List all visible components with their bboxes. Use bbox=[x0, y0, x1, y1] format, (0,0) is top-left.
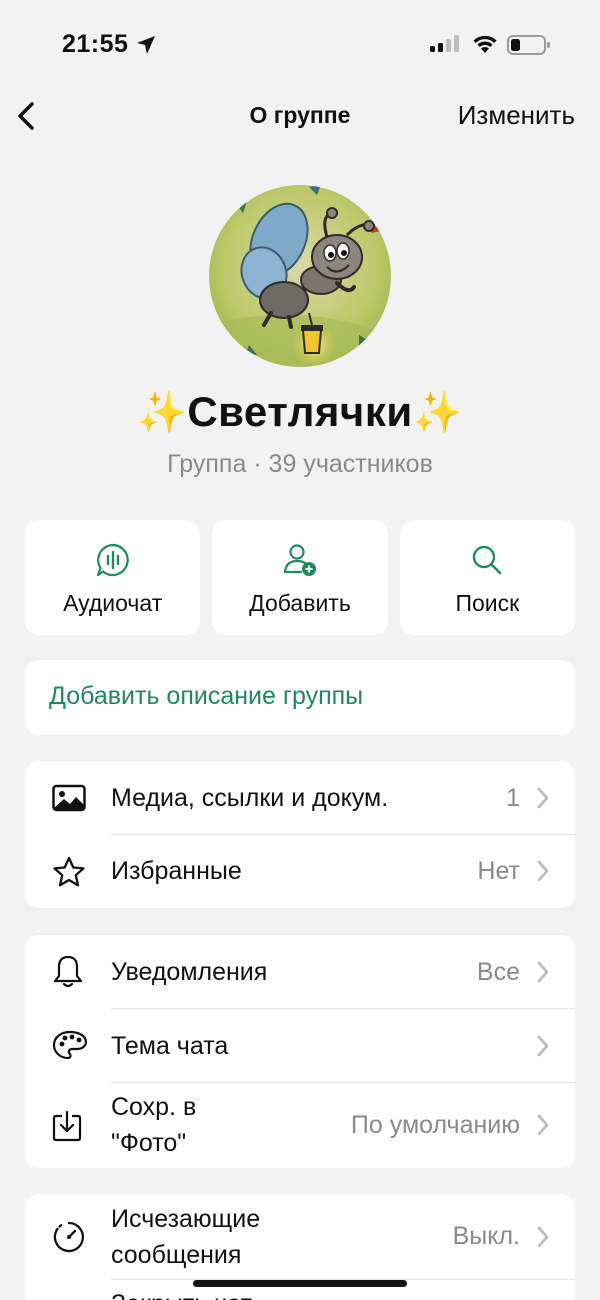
save-to-photos-line2: "Фото" bbox=[111, 1129, 187, 1157]
sparkle-icon: ✨ bbox=[137, 391, 188, 435]
palette-icon bbox=[52, 1030, 88, 1060]
save-to-photos-row[interactable]: Сохр. в "Фото" По умолчанию bbox=[25, 1083, 575, 1168]
media-count: 1 bbox=[506, 784, 520, 812]
media-section: Медиа, ссылки и докум. 1 Избранные Нет bbox=[25, 761, 575, 908]
chevron-right-icon bbox=[537, 1226, 549, 1248]
group-avatar[interactable] bbox=[209, 185, 391, 367]
search-label: Поиск bbox=[455, 590, 520, 616]
notifications-value: Все bbox=[476, 958, 520, 986]
group-name-text: Светлячки bbox=[187, 388, 413, 435]
battery-icon bbox=[507, 35, 550, 55]
description-card: Добавить описание группы bbox=[25, 660, 575, 735]
media-links-docs-label: Медиа, ссылки и докум. bbox=[111, 784, 389, 812]
notifications-row[interactable]: Уведомления Все bbox=[25, 935, 575, 1008]
disappearing-messages-line2: сообщения bbox=[111, 1241, 242, 1269]
lock-chat-label: Закрыть чат bbox=[111, 1286, 252, 1300]
home-indicator[interactable] bbox=[193, 1280, 407, 1287]
chat-theme-label: Тема чата bbox=[111, 1032, 229, 1060]
timer-icon bbox=[53, 1221, 85, 1253]
edit-button[interactable]: Изменить bbox=[458, 100, 575, 131]
media-links-docs-row[interactable]: Медиа, ссылки и докум. 1 bbox=[25, 761, 575, 834]
group-name: ✨Светлячки✨ bbox=[0, 388, 600, 436]
chevron-right-icon bbox=[537, 961, 549, 983]
disappearing-messages-label: Исчезающие сообщения bbox=[111, 1201, 260, 1273]
save-to-photos-line1: Сохр. в bbox=[111, 1093, 197, 1121]
status-bar: 21:55 bbox=[0, 0, 600, 90]
disappearing-messages-line1: Исчезающие bbox=[111, 1205, 261, 1233]
audio-chat-icon bbox=[96, 543, 129, 577]
chevron-right-icon bbox=[537, 787, 549, 809]
status-time: 21:55 bbox=[62, 30, 129, 58]
disappearing-messages-value: Выкл. bbox=[452, 1222, 520, 1250]
action-buttons: Аудиочат Добавить Поиск bbox=[25, 520, 575, 635]
save-to-photos-label: Сохр. в "Фото" bbox=[111, 1089, 196, 1161]
group-subtitle: Группа · 39 участников bbox=[167, 450, 433, 478]
sparkle-icon: ✨ bbox=[412, 391, 463, 435]
audio-chat-button[interactable]: Аудиочат bbox=[25, 520, 201, 635]
chevron-right-icon bbox=[537, 1035, 549, 1057]
firefly-illustration bbox=[209, 185, 391, 367]
search-icon bbox=[473, 545, 502, 575]
search-button[interactable]: Поиск bbox=[399, 520, 575, 635]
disappearing-messages-row[interactable]: Исчезающие сообщения Выкл. bbox=[25, 1194, 575, 1280]
settings-section: Уведомления Все Тема чата Сохр. в "Фото"… bbox=[25, 935, 575, 1168]
star-icon bbox=[53, 856, 85, 887]
add-description-link[interactable]: Добавить описание группы bbox=[49, 682, 363, 711]
wifi-icon bbox=[473, 35, 497, 53]
chat-theme-row[interactable]: Тема чата bbox=[25, 1009, 575, 1082]
favorites-row[interactable]: Избранные Нет bbox=[25, 835, 575, 908]
location-arrow-icon bbox=[137, 36, 155, 54]
chevron-right-icon bbox=[537, 1114, 549, 1136]
add-participant-icon bbox=[283, 544, 316, 576]
favorites-label: Избранные bbox=[111, 857, 242, 885]
audio-chat-label: Аудиочат bbox=[63, 590, 163, 616]
favorites-value: Нет bbox=[477, 857, 520, 885]
add-participant-label: Добавить bbox=[249, 590, 351, 616]
nav-bar: О группе Изменить bbox=[0, 90, 600, 142]
notifications-label: Уведомления bbox=[111, 958, 268, 986]
bell-icon bbox=[53, 955, 83, 988]
download-icon bbox=[52, 1110, 82, 1142]
chevron-right-icon bbox=[537, 860, 549, 882]
add-participant-button[interactable]: Добавить bbox=[212, 520, 388, 635]
save-to-photos-value: По умолчанию bbox=[350, 1111, 520, 1139]
cellular-signal-icon bbox=[430, 35, 459, 52]
image-icon bbox=[52, 784, 86, 812]
